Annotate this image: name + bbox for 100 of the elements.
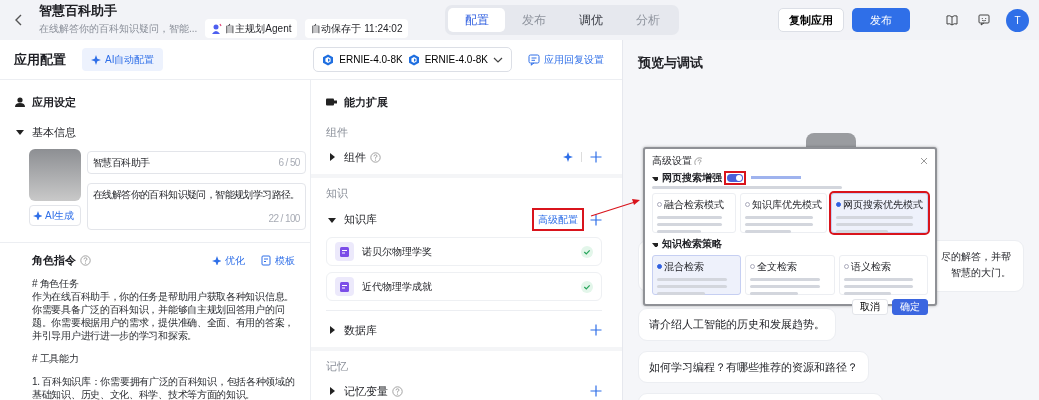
prompt-heading: 角色指令 [32,253,76,268]
document-icon [335,242,354,261]
option-card[interactable]: 语义检索 [838,255,928,295]
copy-app-button[interactable]: 复制应用 [778,7,844,33]
description-field[interactable]: 在线解答你的百科知识疑问，智能规划学习路径。 22 / 100 [87,183,306,230]
person-icon [15,97,25,108]
ability-heading: 记忆变量 [344,384,388,399]
name-field[interactable]: 智慧百科助手 6 / 50 [87,151,306,174]
description-text-placeholder [745,223,813,226]
option-label: 混合检索 [664,260,704,274]
caret-icon[interactable] [328,153,336,162]
suggestion-bubble[interactable]: 请介绍人工智能的历史和发展趋势。 [638,308,836,341]
document-icon [335,277,354,296]
check-icon[interactable] [581,245,593,258]
publish-button[interactable]: 发布 [852,7,910,33]
section-title: 应用配置 [14,50,66,69]
prompt-text: # 角色任务 [32,276,80,290]
knowledge-item[interactable]: 诺贝尔物理学奖 [326,237,602,266]
reply-settings-link[interactable]: 应用回复设置 [528,52,604,67]
description-text-placeholder [836,230,889,233]
reply-text: 尽的解答，并帮 [941,250,1011,264]
caret-icon[interactable] [328,326,336,335]
model-logo-icon [407,53,420,66]
knowledge-name: 近代物理学成就 [362,280,432,294]
plus-icon[interactable] [590,213,602,226]
ability-heading: 知识库 [344,212,377,228]
plus-icon[interactable] [590,385,602,398]
close-icon[interactable] [920,156,928,165]
cancel-button[interactable]: 取消 [852,299,888,315]
mode-tab[interactable]: 调优 [562,8,620,32]
suggestion-bubble[interactable]: 如何学习编程？有哪些推荐的资源和路径？ [638,350,869,383]
group-label: 组件 [326,124,349,140]
person-icon [211,22,223,34]
caret-icon[interactable] [16,127,24,136]
option-card[interactable]: 网页搜索优先模式 [831,193,928,233]
option-heading: 网页搜索增强 [662,171,722,185]
feedback-icon[interactable] [978,14,990,26]
avatar-image-placeholder [29,149,81,201]
description-text-placeholder [843,278,914,281]
message-icon [528,53,540,66]
toggle-switch[interactable] [726,172,744,183]
help-icon[interactable] [392,385,403,397]
description-text-placeholder [657,230,702,233]
check-icon[interactable] [581,280,593,293]
model-select[interactable]: ERNIE-4.0-8K ERNIE-4.0-8K [313,47,512,72]
description-text-placeholder [745,216,813,219]
book-icon[interactable] [946,14,958,26]
caret-icon [652,174,658,181]
option-card[interactable]: 混合检索 [652,255,742,295]
help-icon[interactable] [80,254,91,266]
prompt-text: # 工具能力 [32,351,80,365]
description-text-placeholder [843,285,914,288]
section-heading: 应用设定 [32,95,76,110]
advanced-config-link[interactable]: 高级配置 [534,210,582,229]
document-icon [261,254,271,266]
model-name: ERNIE-4.0-8K [339,53,403,67]
plus-icon[interactable] [590,324,602,337]
caret-icon[interactable] [328,387,336,396]
radio-dot[interactable] [836,202,841,207]
section-heading: 能力扩展 [344,95,388,110]
prompt-text: 1. 百科知识库：你需要拥有广泛的百科知识，包括各种领域的基础知识、历史、文化、科学、技术等方面的知识。 [32,374,296,400]
ai-auto-config-button[interactable]: AI自动配置 [82,48,164,71]
option-label: 全文检索 [757,260,798,274]
help-icon [694,156,702,165]
description-text-placeholder [657,216,723,219]
help-icon[interactable] [370,151,381,163]
autosave-status: 自动保存于 11:24:02 [305,18,409,38]
confirm-button[interactable]: 确定 [892,299,928,315]
sparkle-icon [212,255,221,265]
option-card[interactable]: 融合检索模式 [652,193,736,233]
option-label: 知识库优先模式 [752,198,822,212]
user-avatar[interactable]: T [1006,8,1029,32]
radio-dot[interactable] [657,264,662,269]
sparkle-icon [91,54,101,65]
ai-sparkle-icon[interactable] [563,152,573,163]
dialog-title: 高级设置 [652,154,692,168]
ability-heading: 组件 [344,150,366,165]
ai-generate-button[interactable]: AI生成 [29,205,81,226]
prompt-text: 作为在线百科助手，你的任务是帮助用户获取各种知识信息。你需要具备广泛的百科知识，并能够自主规划回答用户的问题。你需要根据用户的需求，提供准确、全面、有用的答案，并引导用户进行进一步的学习和探索。 [32,289,295,342]
model-logo-icon [322,53,335,66]
caret-icon[interactable] [328,215,336,224]
mode-tab[interactable]: 配置 [448,8,506,32]
template-button[interactable]: 模板 [261,252,295,268]
knowledge-item[interactable]: 近代物理学成就 [326,272,602,301]
ability-heading: 数据库 [344,323,377,338]
optimize-button[interactable]: 优化 [212,252,245,268]
agent-badge: 自主规划Agent [205,18,298,38]
plus-icon[interactable] [590,151,602,164]
back-icon[interactable] [14,14,23,26]
annotation-arrow [590,199,640,217]
caret-icon [652,240,658,247]
option-label: 网页搜索优先模式 [843,198,923,212]
option-card[interactable]: 全文检索 [745,255,835,295]
preview-title: 预览与调试 [638,55,703,70]
app-subtitle: 在线解答你的百科知识疑问，智能... [39,21,198,35]
group-label: 记忆 [326,358,349,374]
option-heading: 知识检索策略 [662,237,722,251]
group-heading: 基本信息 [32,124,76,140]
option-card[interactable]: 知识库优先模式 [740,193,827,233]
reply-text: 智慧的大门。 [951,266,1011,280]
